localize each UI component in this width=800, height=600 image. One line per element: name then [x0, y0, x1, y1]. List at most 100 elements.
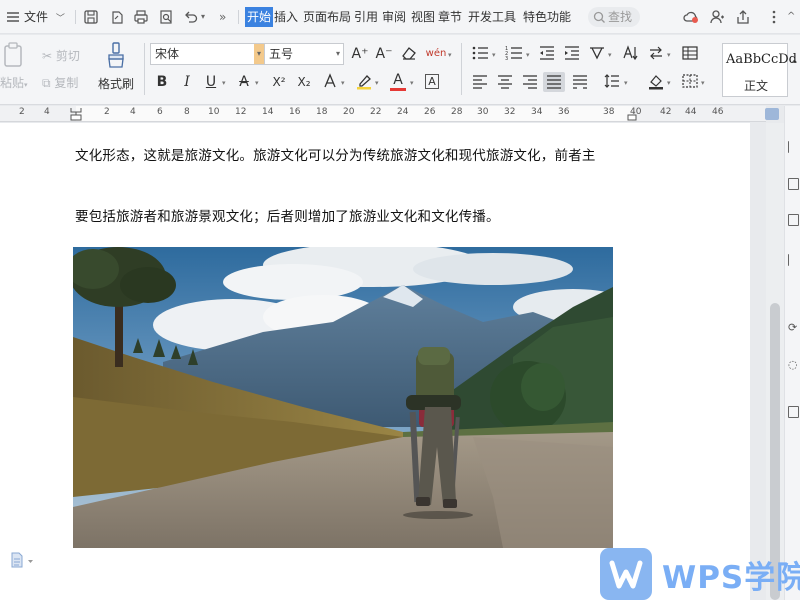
ruler-tick: 8 [184, 107, 190, 117]
chevron-down-icon[interactable]: ▾ [255, 79, 259, 87]
ribbon-collapse-icon[interactable]: ^ [787, 7, 795, 27]
line-spacing-icon[interactable] [602, 72, 622, 92]
borders-icon[interactable] [680, 72, 700, 92]
horizontal-ruler[interactable]: 4 2 2 4 6 8 10 12 14 16 18 20 22 24 26 2… [0, 106, 766, 122]
tab-special-features[interactable]: 特色功能 [522, 7, 572, 27]
justify-icon[interactable] [543, 72, 565, 92]
chevron-down-icon[interactable]: ▾ [375, 79, 379, 87]
tab-references[interactable]: 引用 [353, 7, 379, 27]
print-icon[interactable] [133, 7, 149, 27]
align-right-icon[interactable] [520, 72, 540, 92]
chevron-down-icon[interactable]: ▾ [526, 51, 530, 59]
bullet-list-icon[interactable] [470, 44, 490, 64]
panel-page-icon[interactable] [788, 214, 799, 226]
sort-icon[interactable] [620, 44, 640, 64]
tab-section[interactable]: 章节 [437, 7, 463, 27]
wps-academy-watermark: WPS学院 [662, 560, 800, 596]
shrink-font-button[interactable]: A⁻ [374, 44, 394, 64]
chevron-down-icon[interactable]: ▾ [341, 79, 345, 87]
subscript-button[interactable]: X₂ [292, 72, 316, 92]
font-name-select[interactable]: 宋体 ▾ [150, 43, 265, 65]
font-color-button[interactable]: A [388, 70, 408, 91]
distributed-align-icon[interactable] [570, 72, 590, 92]
search-icon [593, 10, 606, 30]
tab-view[interactable]: 视图 [410, 7, 436, 27]
ruler-tick: 16 [289, 107, 301, 117]
show-hide-marks-icon[interactable] [646, 44, 666, 64]
tab-insert[interactable]: 插入 [273, 7, 299, 27]
tab-review[interactable]: 审阅 [381, 7, 407, 27]
numbered-list-icon[interactable]: 123 [504, 44, 524, 64]
style-name-label: 正文 [743, 79, 768, 93]
align-center-icon[interactable] [495, 72, 515, 92]
italic-button[interactable]: I [177, 72, 197, 92]
more-chevron-icon[interactable]: » [219, 7, 226, 27]
chinese-layout-icon[interactable] [587, 44, 607, 64]
text-effect-icon[interactable] [320, 72, 340, 92]
chevron-down-icon[interactable]: ▾ [608, 51, 612, 59]
print-preview-icon[interactable] [158, 7, 174, 27]
style-normal-button[interactable]: AaBbCcDd 正文 [722, 43, 797, 97]
table-icon[interactable] [680, 44, 700, 64]
panel-divider-icon[interactable] [788, 254, 796, 266]
more-options-icon[interactable] [771, 7, 777, 27]
chevron-down-icon[interactable]: ▾ [492, 51, 496, 59]
underline-button[interactable]: U [201, 72, 221, 92]
strikethrough-button[interactable]: A [234, 72, 254, 92]
format-painter-icon[interactable] [105, 41, 127, 72]
character-border-button[interactable]: A [422, 72, 442, 92]
tab-developer-tools[interactable]: 开发工具 [467, 7, 517, 27]
document-page[interactable]: 文化形态，这就是旅游文化。旅游文化可以分为传统旅游文化和现代旅游文化，前者主 要… [0, 123, 750, 600]
panel-help-icon[interactable]: ◌ [788, 358, 798, 371]
file-menu[interactable]: 文件 ﹀ [24, 7, 65, 27]
phonetic-guide-button[interactable]: wén [424, 44, 448, 64]
copy-button[interactable]: ⧉ 复制 [42, 74, 78, 91]
document-area[interactable]: 文化形态，这就是旅游文化。旅游文化可以分为传统旅游文化和现代旅游文化，前者主 要… [0, 123, 766, 600]
cloud-sync-icon[interactable] [682, 7, 700, 27]
collaborate-user-icon[interactable] [709, 7, 725, 27]
share-icon[interactable] [735, 7, 751, 27]
cut-button[interactable]: ✂ 剪切 [42, 47, 80, 64]
font-size-select[interactable]: 五号 ▾ [264, 43, 344, 65]
chevron-down-icon[interactable]: ▾ [448, 51, 452, 59]
chevron-down-icon[interactable]: ▾ [222, 79, 226, 87]
style-scroll-icon[interactable]: ⌃ [789, 55, 800, 75]
shading-icon[interactable] [646, 72, 666, 92]
clear-format-icon[interactable] [399, 44, 419, 64]
paragraph-line[interactable]: 文化形态，这就是旅游文化。旅游文化可以分为传统旅游文化和现代旅游文化，前者主 [75, 144, 596, 164]
grow-font-button[interactable]: A⁺ [350, 44, 370, 64]
undo-icon[interactable] [183, 7, 199, 27]
chevron-down-icon[interactable]: ▾ [410, 79, 414, 87]
vertical-scrollbar[interactable] [766, 123, 784, 600]
panel-tool-icon[interactable] [788, 141, 796, 153]
export-icon[interactable] [109, 7, 125, 27]
paste-icon[interactable] [2, 41, 26, 72]
highlight-icon[interactable] [354, 72, 374, 92]
paste-button[interactable]: 粘贴▾ [0, 74, 28, 91]
panel-settings-icon[interactable]: ⟳ [788, 321, 797, 334]
paragraph-line[interactable]: 要包括旅游者和旅游景观文化；后者则增加了旅游业文化和文化传播。 [75, 205, 500, 225]
document-status-icon[interactable] [10, 552, 34, 572]
chevron-down-icon[interactable]: ▾ [624, 79, 628, 87]
panel-frame-icon[interactable] [788, 178, 799, 190]
hiker-photo[interactable] [73, 247, 613, 548]
undo-dropdown-icon[interactable]: ▾ [201, 7, 205, 27]
doc-map-icon[interactable] [765, 108, 779, 120]
tab-page-layout[interactable]: 页面布局 [302, 7, 352, 27]
bold-button[interactable]: B [152, 72, 172, 92]
ruler-tick: 14 [262, 107, 274, 117]
superscript-button[interactable]: X² [267, 72, 291, 92]
chevron-down-icon[interactable]: ▾ [667, 51, 671, 59]
chevron-down-icon[interactable]: ▾ [701, 79, 705, 87]
decrease-indent-icon[interactable] [537, 44, 557, 64]
ruler-tick: 46 [712, 107, 724, 117]
increase-indent-icon[interactable] [562, 44, 582, 64]
format-painter-button[interactable]: 格式刷 [98, 75, 134, 92]
search-input[interactable]: 查找 [588, 7, 640, 27]
tab-home[interactable]: 开始 [245, 7, 274, 27]
chevron-down-icon[interactable]: ▾ [667, 79, 671, 87]
panel-layout-icon[interactable] [788, 406, 799, 418]
align-left-icon[interactable] [470, 72, 490, 92]
save-icon[interactable] [83, 7, 99, 27]
hamburger-menu-icon[interactable] [6, 7, 20, 27]
